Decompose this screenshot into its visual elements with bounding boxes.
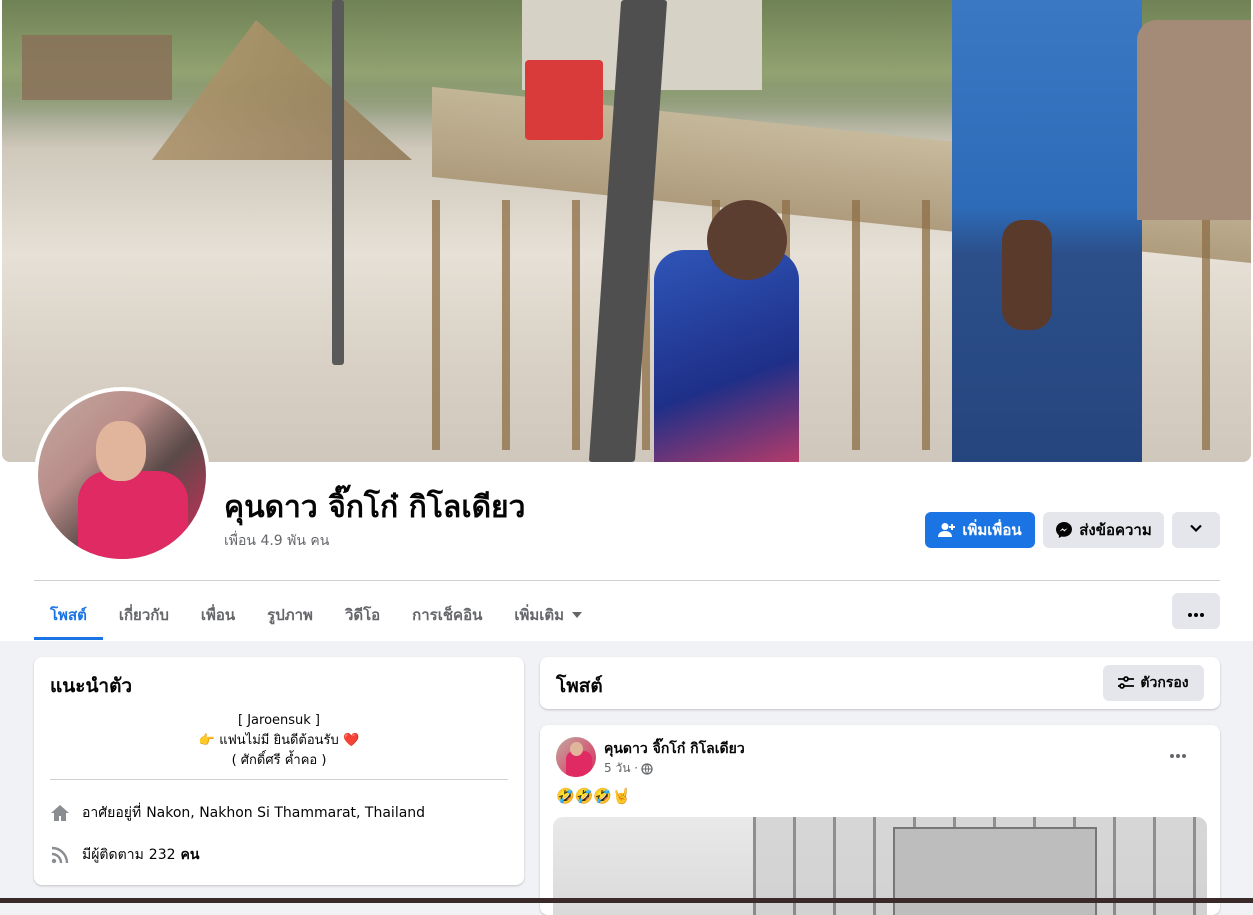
filter-icon [1118,676,1135,690]
intro-card: แนะนำตัว [ Jaroensuk ] 👉 แฟนไม่มี ยินดีต… [34,657,524,885]
post-card: คุนดาว จิ๊กโก๋ กิโลเดียว 5 วัน · 🤣🤣🤣🤘 [540,725,1220,915]
followers-prefix: มีผู้ติดตาม [82,847,144,863]
bio: [ Jaroensuk ] 👉 แฟนไม่มี ยินดีต้อนรับ ❤️… [34,711,524,771]
posts-title: โพสต์ [556,675,603,697]
cover-photo[interactable] [2,0,1251,462]
tab-more[interactable]: เพิ่มเติม [498,590,598,640]
bio-line-3: ( ศักดิ์ศรี ค้ำคอ ) [231,753,327,768]
add-friend-icon [938,522,956,538]
profile-header: คุนดาว จิ๊กโก๋ กิโลเดียว เพื่อน 4.9 พัน … [0,0,1253,641]
tab-more-label: เพิ่มเติม [514,606,565,624]
followers-count[interactable]: 232 [149,847,176,863]
tab-videos[interactable]: วิดีโอ [329,590,396,640]
ellipsis-icon [1188,602,1204,621]
ellipsis-icon [1170,743,1186,762]
bio-line-1: [ Jaroensuk ] [238,713,320,728]
post-text: 🤣🤣🤣🤘 [556,787,631,805]
post-time[interactable]: 5 วัน · [604,759,638,778]
intro-title: แนะนำตัว [50,675,133,697]
chevron-down-icon [1189,521,1203,539]
globe-icon [641,762,653,775]
rss-icon [50,845,70,865]
header-divider [34,580,1220,581]
messenger-icon [1055,521,1073,539]
add-friend-label: เพิ่มเพื่อน [962,521,1022,539]
tab-about[interactable]: เกี่ยวกับ [103,590,185,640]
filter-button[interactable]: ตัวกรอง [1103,665,1204,701]
tab-friends[interactable]: เพื่อน [185,590,251,640]
tab-posts[interactable]: โพสต์ [34,590,103,640]
posts-header-card: โพสต์ ตัวกรอง [540,657,1220,709]
pointing-emoji: 👉 [198,733,216,748]
add-friend-button[interactable]: เพิ่มเพื่อน [925,512,1035,548]
post-author-name[interactable]: คุนดาว จิ๊กโก๋ กิโลเดียว [604,738,745,760]
bio-line-2: 👉 แฟนไม่มี ยินดีต้อนรับ ❤️ [34,731,524,751]
followers-suffix[interactable]: คน [181,844,200,866]
lives-in-row: อาศัยอยู่ที่ Nakon, Nakhon Si Thammarat,… [50,802,425,824]
heart-emoji: ❤️ [342,733,360,748]
bottom-edge [0,898,1253,903]
profile-options-button[interactable] [1172,512,1220,548]
post-meta: 5 วัน · [604,759,653,778]
intro-divider [50,779,508,780]
tab-checkins[interactable]: การเช็คอิน [396,590,498,640]
followers-row: มีผู้ติดตาม 232 คน [50,844,199,866]
lives-in-location[interactable]: Nakon, Nakhon Si Thammarat, Thailand [146,805,425,821]
lives-in-prefix: อาศัยอยู่ที่ [82,805,142,821]
more-options-button[interactable] [1172,593,1220,629]
home-icon [50,803,70,823]
tab-photos[interactable]: รูปภาพ [251,590,329,640]
profile-tabs: โพสต์ เกี่ยวกับ เพื่อน รูปภาพ วิดีโอ การ… [34,590,598,640]
bio-line-2-text: แฟนไม่มี ยินดีต้อนรับ [219,733,339,748]
profile-avatar[interactable] [34,387,210,563]
filter-label: ตัวกรอง [1140,675,1189,691]
post-author-avatar[interactable] [556,737,596,777]
send-message-label: ส่งข้อความ [1079,521,1152,539]
caret-down-icon [572,612,583,618]
post-options-button[interactable] [1170,743,1186,762]
profile-name: คุนดาว จิ๊กโก๋ กิโลเดียว [224,490,526,525]
friend-count[interactable]: เพื่อน 4.9 พัน คน [224,530,329,552]
send-message-button[interactable]: ส่งข้อความ [1043,512,1164,548]
